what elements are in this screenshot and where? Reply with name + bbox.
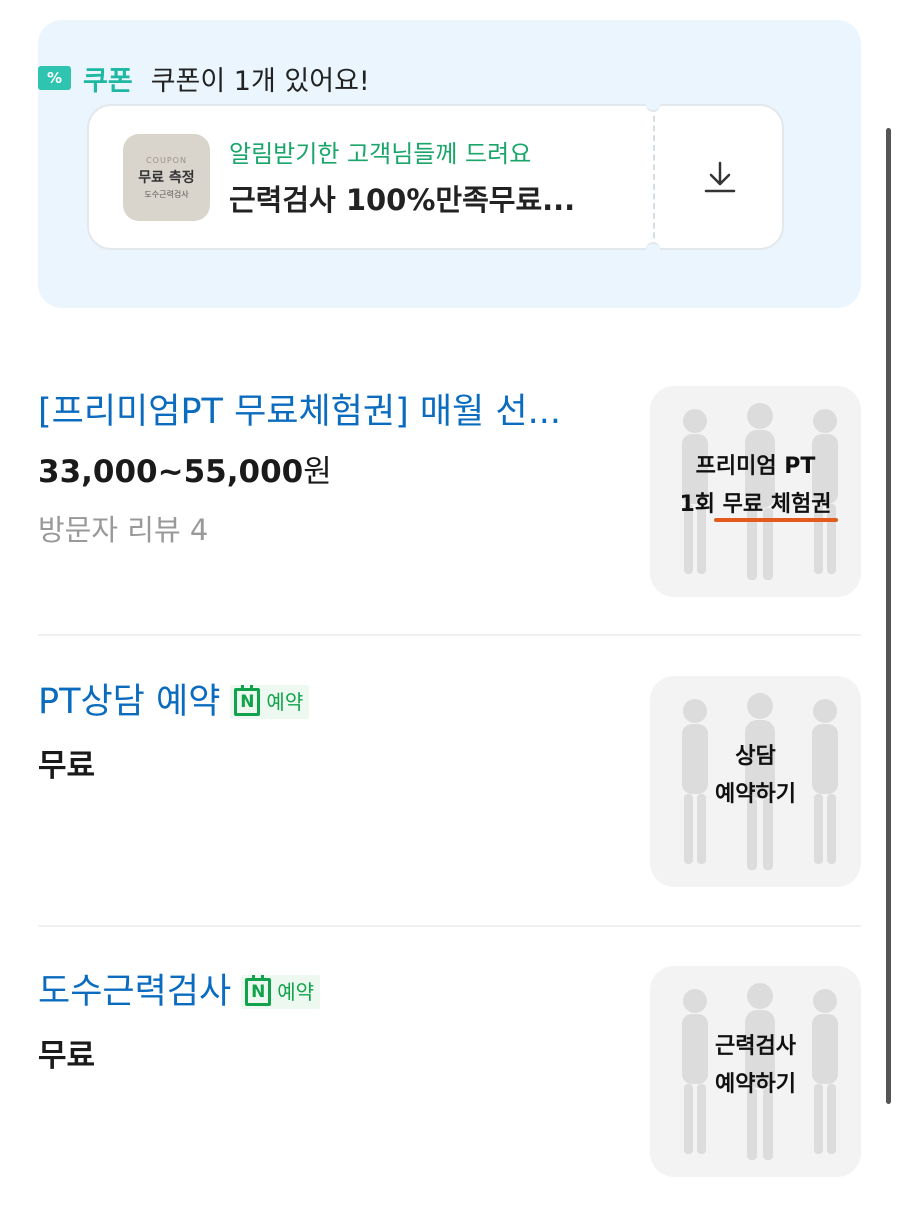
list-item[interactable]: PT상담 예약 N 예약 무료 상담 예약하기	[38, 676, 861, 888]
coupon-title: 쿠폰	[83, 65, 133, 97]
coupon-count-text: 쿠폰이 1개 있어요!	[150, 65, 370, 97]
item-title-row[interactable]: PT상담 예약 N 예약	[38, 678, 598, 726]
item-price-unit: 원	[303, 454, 332, 490]
item-title[interactable]: [프리미엄PT 무료체험권] 매월 선...	[38, 388, 598, 436]
coupon-text: 알림받기한 고객님들께 드려요 근력검사 100%만족무료...	[229, 134, 629, 219]
thumb-text-line1: 상담	[735, 744, 776, 769]
naver-booking-icon: N	[245, 975, 272, 1006]
item-title-row[interactable]: 도수근력검사 N 예약	[38, 968, 598, 1016]
coupon-tag-icon: %	[38, 66, 71, 90]
list-item[interactable]: 도수근력검사 N 예약 무료 근력검사 예약하기	[38, 966, 861, 1178]
thumb-text-line2: 예약하기	[715, 782, 796, 807]
item-title[interactable]: PT상담 예약	[38, 678, 220, 726]
coupon-subtitle: 알림받기한 고객님들께 드려요	[229, 140, 532, 168]
download-icon	[704, 161, 735, 193]
thumb-text-line2: 예약하기	[715, 1072, 796, 1097]
coupon-header: % 쿠폰 쿠폰이 1개 있어요!	[38, 48, 370, 108]
badge-label: 예약	[266, 690, 304, 714]
item-thumbnail[interactable]: 프리미엄 PT 1회 무료 체험권	[650, 386, 861, 597]
list-item[interactable]: [프리미엄PT 무료체험권] 매월 선... 33,000~55,000원 방문…	[38, 386, 861, 598]
divider	[38, 634, 861, 636]
coupon-thumb-line1: COUPON	[146, 155, 187, 165]
badge-label: 예약	[277, 980, 315, 1004]
scrollbar[interactable]	[886, 128, 891, 1104]
coupon-thumbnail: COUPON 무료 측정 도수근력검사	[123, 134, 210, 221]
coupon-download-button[interactable]	[655, 106, 784, 248]
booking-badge: N 예약	[230, 685, 310, 719]
booking-badge: N 예약	[241, 975, 321, 1009]
item-price-value: 33,000~55,000	[38, 454, 304, 490]
coupon-thumb-line2: 무료 측정	[138, 169, 195, 186]
thumb-text-line1: 근력검사	[715, 1034, 796, 1059]
item-thumbnail[interactable]: 상담 예약하기	[650, 676, 861, 887]
item-title[interactable]: 도수근력검사	[38, 968, 231, 1016]
thumb-text-line1: 프리미엄 PT	[695, 454, 816, 479]
thumb-underline	[714, 518, 838, 522]
naver-booking-icon: N	[234, 685, 261, 716]
item-thumbnail[interactable]: 근력검사 예약하기	[650, 966, 861, 1177]
coupon-thumb-line3: 도수근력검사	[144, 189, 189, 199]
coupon-name: 근력검사 100%만족무료...	[229, 183, 576, 217]
divider	[38, 925, 861, 927]
coupon-card[interactable]: COUPON 무료 측정 도수근력검사 알림받기한 고객님들께 드려요 근력검사…	[87, 98, 784, 256]
